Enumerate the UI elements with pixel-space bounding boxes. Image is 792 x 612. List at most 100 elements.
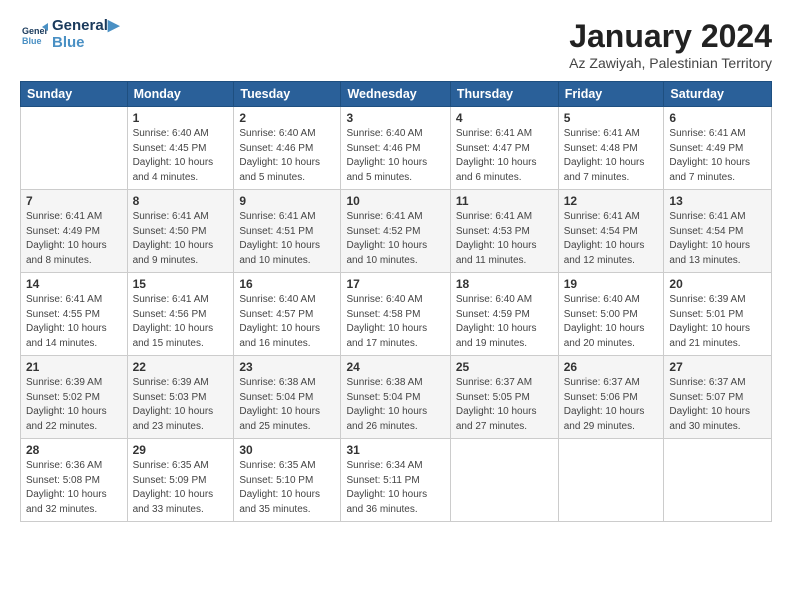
day-info: Sunrise: 6:41 AM Sunset: 4:49 PM Dayligh… bbox=[26, 210, 122, 268]
table-row: 10Sunrise: 6:41 AM Sunset: 4:52 PM Dayli… bbox=[341, 190, 450, 273]
day-number: 7 bbox=[26, 194, 122, 208]
table-row: 11Sunrise: 6:41 AM Sunset: 4:53 PM Dayli… bbox=[450, 190, 558, 273]
table-row: 20 Sunrise: 6:39 AM Sunset: 5:01 PM Dayli… bbox=[664, 273, 772, 356]
table-row: 1Sunrise: 6:40 AM Sunset: 4:45 PM Daylig… bbox=[127, 107, 234, 190]
logo: General Blue General▶ Blue bbox=[20, 18, 119, 51]
day-number: 18 bbox=[456, 277, 553, 291]
col-friday: Friday bbox=[558, 82, 664, 107]
day-info: Sunrise: 6:37 AM Sunset: 5:06 PM Dayligh… bbox=[564, 376, 659, 434]
day-number: 27 bbox=[669, 360, 766, 374]
col-saturday: Saturday bbox=[664, 82, 772, 107]
calendar-header-row: Sunday Monday Tuesday Wednesday Thursday… bbox=[21, 82, 772, 107]
day-info: Sunrise: 6:41 AM Sunset: 4:50 PM Dayligh… bbox=[133, 210, 229, 268]
day-info: Sunrise: 6:37 AM Sunset: 5:05 PM Dayligh… bbox=[456, 376, 553, 434]
table-row bbox=[558, 439, 664, 522]
table-row: 14Sunrise: 6:41 AM Sunset: 4:55 PM Dayli… bbox=[21, 273, 128, 356]
title-block: January 2024 Az Zawiyah, Palestinian Ter… bbox=[569, 18, 772, 71]
table-row: 19 Sunrise: 6:40 AM Sunset: 5:00 PM Dayli… bbox=[558, 273, 664, 356]
table-row: 2 Sunrise: 6:40 AM Sunset: 4:46 PM Daylig… bbox=[234, 107, 341, 190]
table-row: 3 Sunrise: 6:40 AM Sunset: 4:46 PM Daylig… bbox=[341, 107, 450, 190]
col-thursday: Thursday bbox=[450, 82, 558, 107]
day-info: Sunrise: 6:40 AM Sunset: 5:00 PM Dayligh… bbox=[564, 293, 659, 351]
day-number: 23 bbox=[239, 360, 335, 374]
table-row: 6Sunrise: 6:41 AM Sunset: 4:49 PM Daylig… bbox=[664, 107, 772, 190]
table-row: 31 Sunrise: 6:34 AM Sunset: 5:11 PM Dayli… bbox=[341, 439, 450, 522]
table-row bbox=[664, 439, 772, 522]
table-row: 23 Sunrise: 6:38 AM Sunset: 5:04 PM Dayli… bbox=[234, 356, 341, 439]
table-row: 30Sunrise: 6:35 AM Sunset: 5:10 PM Dayli… bbox=[234, 439, 341, 522]
calendar-table: Sunday Monday Tuesday Wednesday Thursday… bbox=[20, 81, 772, 522]
day-number: 13 bbox=[669, 194, 766, 208]
col-sunday: Sunday bbox=[21, 82, 128, 107]
month-title: January 2024 bbox=[569, 18, 772, 55]
table-row: 8 Sunrise: 6:41 AM Sunset: 4:50 PM Daylig… bbox=[127, 190, 234, 273]
day-number: 12 bbox=[564, 194, 659, 208]
day-number: 6 bbox=[669, 111, 766, 125]
day-number: 24 bbox=[346, 360, 444, 374]
day-info: Sunrise: 6:39 AM Sunset: 5:02 PM Dayligh… bbox=[26, 376, 122, 434]
logo-icon: General Blue bbox=[20, 21, 48, 49]
day-number: 8 bbox=[133, 194, 229, 208]
day-info: Sunrise: 6:40 AM Sunset: 4:46 PM Dayligh… bbox=[239, 127, 335, 185]
day-number: 31 bbox=[346, 443, 444, 457]
table-row bbox=[450, 439, 558, 522]
table-row: 22Sunrise: 6:39 AM Sunset: 5:03 PM Dayli… bbox=[127, 356, 234, 439]
day-info: Sunrise: 6:35 AM Sunset: 5:09 PM Dayligh… bbox=[133, 459, 229, 517]
day-info: Sunrise: 6:40 AM Sunset: 4:58 PM Dayligh… bbox=[346, 293, 444, 351]
day-info: Sunrise: 6:39 AM Sunset: 5:01 PM Dayligh… bbox=[669, 293, 766, 351]
table-row: 13 Sunrise: 6:41 AM Sunset: 4:54 PM Dayli… bbox=[664, 190, 772, 273]
day-info: Sunrise: 6:41 AM Sunset: 4:51 PM Dayligh… bbox=[239, 210, 335, 268]
table-row: 25 Sunrise: 6:37 AM Sunset: 5:05 PM Dayli… bbox=[450, 356, 558, 439]
page: General Blue General▶ Blue January 2024 … bbox=[0, 0, 792, 532]
day-number: 21 bbox=[26, 360, 122, 374]
calendar-week-row: 1Sunrise: 6:40 AM Sunset: 4:45 PM Daylig… bbox=[21, 107, 772, 190]
day-info: Sunrise: 6:41 AM Sunset: 4:54 PM Dayligh… bbox=[669, 210, 766, 268]
table-row: 27 Sunrise: 6:37 AM Sunset: 5:07 PM Dayli… bbox=[664, 356, 772, 439]
day-number: 3 bbox=[346, 111, 444, 125]
day-info: Sunrise: 6:38 AM Sunset: 5:04 PM Dayligh… bbox=[239, 376, 335, 434]
day-number: 15 bbox=[133, 277, 229, 291]
day-number: 30 bbox=[239, 443, 335, 457]
day-info: Sunrise: 6:41 AM Sunset: 4:53 PM Dayligh… bbox=[456, 210, 553, 268]
col-wednesday: Wednesday bbox=[341, 82, 450, 107]
day-info: Sunrise: 6:41 AM Sunset: 4:48 PM Dayligh… bbox=[564, 127, 659, 185]
day-number: 17 bbox=[346, 277, 444, 291]
table-row: 17 Sunrise: 6:40 AM Sunset: 4:58 PM Dayli… bbox=[341, 273, 450, 356]
day-number: 20 bbox=[669, 277, 766, 291]
table-row: 5 Sunrise: 6:41 AM Sunset: 4:48 PM Daylig… bbox=[558, 107, 664, 190]
day-info: Sunrise: 6:41 AM Sunset: 4:47 PM Dayligh… bbox=[456, 127, 553, 185]
day-info: Sunrise: 6:40 AM Sunset: 4:59 PM Dayligh… bbox=[456, 293, 553, 351]
day-number: 25 bbox=[456, 360, 553, 374]
day-number: 29 bbox=[133, 443, 229, 457]
day-info: Sunrise: 6:40 AM Sunset: 4:45 PM Dayligh… bbox=[133, 127, 229, 185]
table-row: 15Sunrise: 6:41 AM Sunset: 4:56 PM Dayli… bbox=[127, 273, 234, 356]
table-row: 24 Sunrise: 6:38 AM Sunset: 5:04 PM Dayli… bbox=[341, 356, 450, 439]
calendar-week-row: 14Sunrise: 6:41 AM Sunset: 4:55 PM Dayli… bbox=[21, 273, 772, 356]
day-number: 4 bbox=[456, 111, 553, 125]
table-row: 16Sunrise: 6:40 AM Sunset: 4:57 PM Dayli… bbox=[234, 273, 341, 356]
table-row: 26 Sunrise: 6:37 AM Sunset: 5:06 PM Dayli… bbox=[558, 356, 664, 439]
table-row: 9 Sunrise: 6:41 AM Sunset: 4:51 PM Daylig… bbox=[234, 190, 341, 273]
day-info: Sunrise: 6:37 AM Sunset: 5:07 PM Dayligh… bbox=[669, 376, 766, 434]
table-row: 21 Sunrise: 6:39 AM Sunset: 5:02 PM Dayli… bbox=[21, 356, 128, 439]
day-number: 19 bbox=[564, 277, 659, 291]
day-info: Sunrise: 6:41 AM Sunset: 4:54 PM Dayligh… bbox=[564, 210, 659, 268]
day-info: Sunrise: 6:38 AM Sunset: 5:04 PM Dayligh… bbox=[346, 376, 444, 434]
table-row: 4 Sunrise: 6:41 AM Sunset: 4:47 PM Daylig… bbox=[450, 107, 558, 190]
table-row: 29 Sunrise: 6:35 AM Sunset: 5:09 PM Dayli… bbox=[127, 439, 234, 522]
day-number: 28 bbox=[26, 443, 122, 457]
day-number: 2 bbox=[239, 111, 335, 125]
day-info: Sunrise: 6:36 AM Sunset: 5:08 PM Dayligh… bbox=[26, 459, 122, 517]
calendar-week-row: 7 Sunrise: 6:41 AM Sunset: 4:49 PM Daylig… bbox=[21, 190, 772, 273]
table-row: 18 Sunrise: 6:40 AM Sunset: 4:59 PM Dayli… bbox=[450, 273, 558, 356]
day-number: 26 bbox=[564, 360, 659, 374]
svg-text:Blue: Blue bbox=[22, 36, 42, 46]
day-info: Sunrise: 6:40 AM Sunset: 4:46 PM Dayligh… bbox=[346, 127, 444, 185]
day-number: 16 bbox=[239, 277, 335, 291]
day-info: Sunrise: 6:34 AM Sunset: 5:11 PM Dayligh… bbox=[346, 459, 444, 517]
day-info: Sunrise: 6:39 AM Sunset: 5:03 PM Dayligh… bbox=[133, 376, 229, 434]
day-number: 14 bbox=[26, 277, 122, 291]
calendar-week-row: 28 Sunrise: 6:36 AM Sunset: 5:08 PM Dayli… bbox=[21, 439, 772, 522]
day-number: 5 bbox=[564, 111, 659, 125]
day-number: 9 bbox=[239, 194, 335, 208]
